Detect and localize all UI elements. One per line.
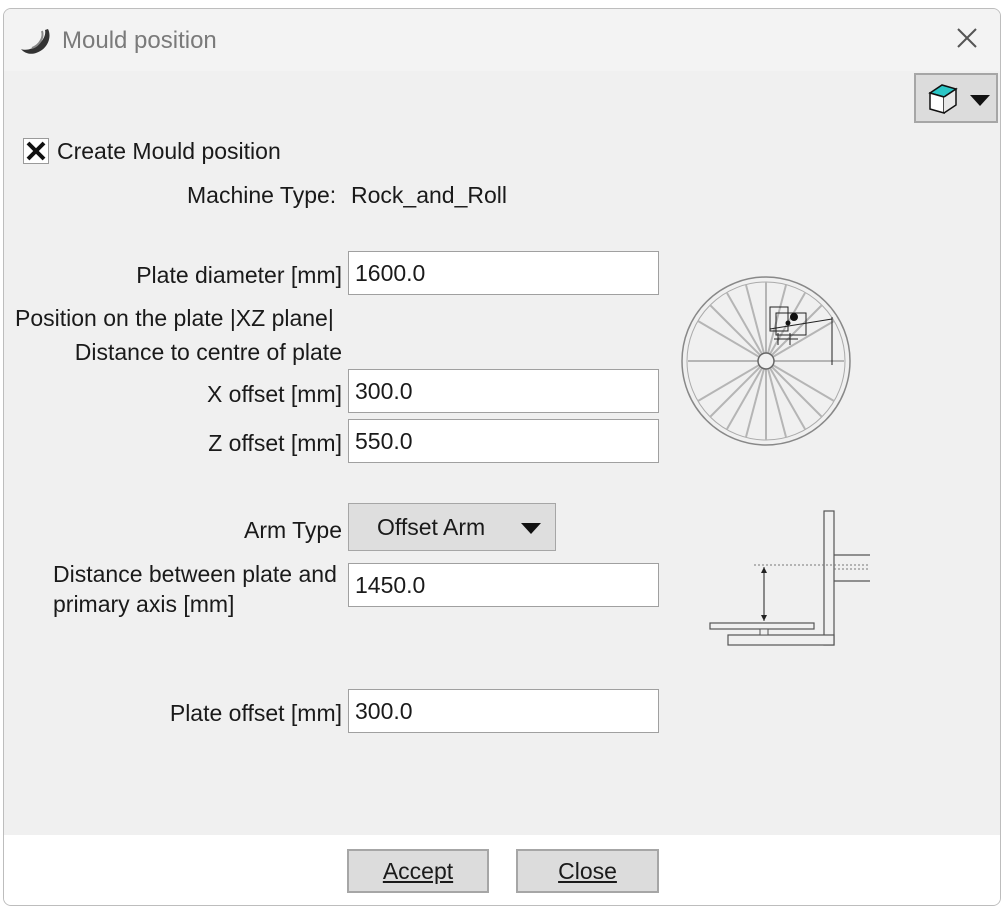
machine-type-label: Machine Type: (187, 182, 337, 208)
arm-type-dropdown[interactable]: Offset Arm (348, 503, 556, 551)
close-icon[interactable] (952, 23, 982, 53)
check-x-icon (26, 141, 46, 161)
distance-primary-axis-input[interactable]: 1450.0 (348, 563, 659, 607)
chevron-down-icon (970, 95, 990, 106)
chevron-down-icon (521, 523, 541, 534)
app-logo-icon (21, 29, 50, 54)
create-mould-checkbox[interactable] (23, 138, 49, 164)
position-heading: Position on the plate |XZ plane| (15, 305, 334, 331)
document-menu-icon (928, 84, 958, 114)
options-menu-button[interactable] (914, 73, 998, 123)
title-bar: Mould position (4, 9, 1000, 71)
arm-type-label: Arm Type (244, 517, 342, 543)
distance-label-line2: primary axis [mm] (53, 591, 235, 617)
plate-wheel-diagram (681, 276, 851, 446)
accept-button[interactable]: Accept (347, 849, 489, 893)
plate-offset-input[interactable]: 300.0 (348, 689, 659, 733)
distance-label-line1: Distance between plate and (53, 561, 337, 587)
z-offset-label: Z offset [mm] (208, 430, 342, 456)
dialog-footer: Accept Close (4, 835, 1000, 905)
offset-arm-diagram (709, 510, 870, 646)
create-mould-label: Create Mould position (57, 138, 281, 164)
plate-diameter-input[interactable]: 1600.0 (348, 251, 659, 295)
z-offset-input[interactable]: 550.0 (348, 419, 659, 463)
x-offset-input[interactable]: 300.0 (348, 369, 659, 413)
plate-offset-label: Plate offset [mm] (169, 700, 342, 726)
window-title: Mould position (62, 27, 217, 54)
plate-diameter-label: Plate diameter [mm] (136, 262, 342, 288)
mould-position-dialog: Mould position Create Mould position Mac… (3, 8, 1001, 906)
x-offset-label: X offset [mm] (206, 381, 342, 407)
arm-type-value: Offset Arm (377, 514, 486, 540)
close-button[interactable]: Close (516, 849, 659, 893)
distance-centre-label: Distance to centre of plate (74, 339, 342, 365)
machine-type-value: Rock_and_Roll (351, 182, 507, 208)
